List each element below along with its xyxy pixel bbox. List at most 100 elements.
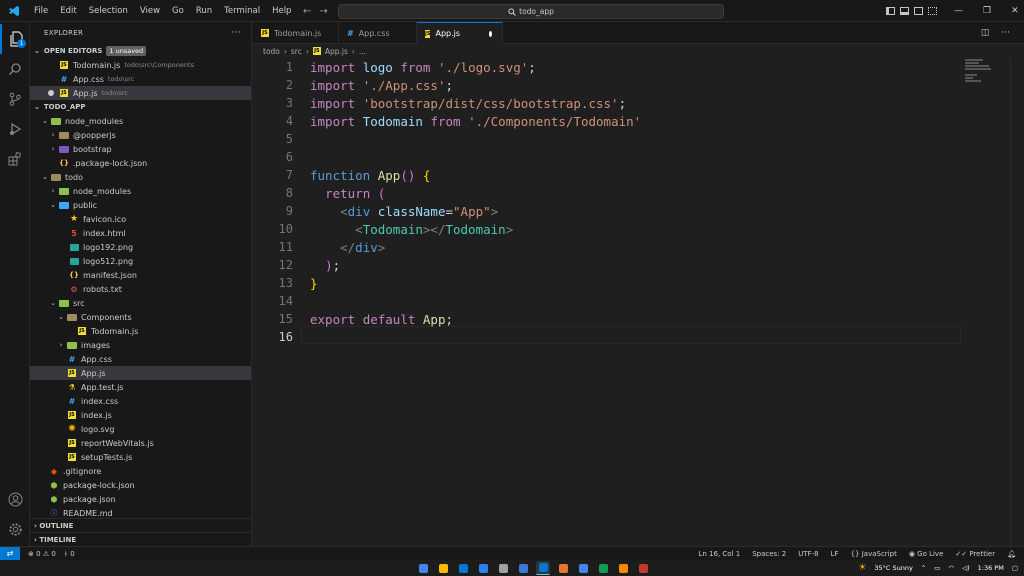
settings-gear-icon[interactable]: [0, 514, 30, 544]
network-icon[interactable]: ▭: [934, 564, 940, 572]
breadcrumb-item[interactable]: ...: [359, 47, 366, 56]
tree-folder[interactable]: › images: [30, 338, 251, 352]
ports-indicator[interactable]: ᚼ 0: [64, 550, 75, 558]
tree-file[interactable]: {} .package-lock.json: [30, 156, 251, 170]
account-icon[interactable]: [0, 484, 30, 514]
notifications-bell-icon[interactable]: 🔔︎: [1007, 550, 1016, 558]
extensions-icon[interactable]: [0, 144, 30, 174]
menu-edit[interactable]: Edit: [54, 0, 82, 22]
toggle-sidebar-icon[interactable]: [886, 7, 895, 15]
taskbar-app-icon[interactable]: [576, 561, 590, 575]
menu-help[interactable]: Help: [266, 0, 297, 22]
tree-folder[interactable]: ⌄ public: [30, 198, 251, 212]
split-editor-icon[interactable]: ◫: [981, 28, 990, 38]
restore-button[interactable]: ❐: [983, 6, 991, 16]
menu-run[interactable]: Run: [190, 0, 218, 22]
tree-file[interactable]: logo512.png: [30, 254, 251, 268]
toggle-panel-icon[interactable]: [900, 7, 909, 15]
open-editors-header[interactable]: ⌄ OPEN EDITORS 1 unsaved: [30, 44, 251, 58]
tree-file[interactable]: ⚗ App.test.js: [30, 380, 251, 394]
tree-folder[interactable]: ⌄ src: [30, 296, 251, 310]
language-mode[interactable]: {} JavaScript: [851, 550, 897, 558]
open-editor-item[interactable]: JS Todomain.js todo\src\Components: [30, 58, 251, 72]
minimize-button[interactable]: —: [954, 6, 963, 16]
weather-icon[interactable]: ☀: [858, 563, 866, 573]
source-control-icon[interactable]: [0, 84, 30, 114]
code-editor[interactable]: 1 import logo from './logo.svg'; 2 impor…: [253, 58, 1024, 546]
taskbar-app-icon[interactable]: [636, 561, 650, 575]
prettier-button[interactable]: ✓✓ Prettier: [955, 550, 995, 558]
tree-file[interactable]: ⬢ package.json: [30, 492, 251, 506]
run-debug-icon[interactable]: [0, 114, 30, 144]
tree-folder[interactable]: › node_modules: [30, 184, 251, 198]
command-center-search[interactable]: todo_app: [338, 4, 724, 19]
tree-file-selected[interactable]: JS App.js: [30, 366, 251, 380]
toggle-secondary-sidebar-icon[interactable]: [914, 7, 923, 15]
timeline-section[interactable]: › TIMELINE: [30, 532, 251, 546]
problems-indicator[interactable]: ⊗ 0 ⚠ 0: [28, 550, 56, 558]
wifi-icon[interactable]: ◠: [948, 564, 954, 572]
more-actions-icon[interactable]: ···: [1001, 28, 1010, 38]
remote-indicator-icon[interactable]: ⇄: [0, 546, 20, 561]
tab-app-js[interactable]: JS App.js: [417, 22, 503, 44]
weather-text[interactable]: 35°C Sunny: [874, 564, 912, 572]
cursor-position[interactable]: Ln 16, Col 1: [699, 550, 741, 558]
volume-icon[interactable]: ◁): [962, 564, 970, 572]
clock[interactable]: 1:36 PM: [978, 564, 1004, 572]
tree-file[interactable]: ✺ logo.svg: [30, 422, 251, 436]
tree-file[interactable]: JS Todomain.js: [30, 324, 251, 338]
tree-file[interactable]: ★ favicon.ico: [30, 212, 251, 226]
tree-folder[interactable]: ⌄ Components: [30, 310, 251, 324]
taskbar-app-icon[interactable]: [556, 561, 570, 575]
taskbar-app-icon[interactable]: [516, 561, 530, 575]
menu-terminal[interactable]: Terminal: [218, 0, 266, 22]
tree-file[interactable]: JS index.js: [30, 408, 251, 422]
tree-file[interactable]: # index.css: [30, 394, 251, 408]
taskbar-app-icon[interactable]: [416, 561, 430, 575]
taskbar-app-icon[interactable]: [496, 561, 510, 575]
forward-arrow-icon[interactable]: →: [319, 6, 327, 17]
taskbar-app-icon[interactable]: [436, 561, 450, 575]
open-editor-item-active[interactable]: JS App.js todo\src: [30, 86, 251, 100]
taskbar-app-icon[interactable]: [596, 561, 610, 575]
tree-file[interactable]: ⬢ package-lock.json: [30, 478, 251, 492]
close-button[interactable]: ✕: [1011, 6, 1019, 16]
tree-folder[interactable]: › @popperjs: [30, 128, 251, 142]
tree-file[interactable]: ◆ .gitignore: [30, 464, 251, 478]
unsaved-dot-icon[interactable]: [489, 30, 492, 37]
outline-section[interactable]: › OUTLINE: [30, 518, 251, 532]
tab-app-css[interactable]: # App.css: [339, 22, 417, 44]
tree-file[interactable]: # App.css: [30, 352, 251, 366]
workspace-header[interactable]: ⌄ TODO_APP: [30, 100, 251, 114]
tree-file[interactable]: ⚙ robots.txt: [30, 282, 251, 296]
menu-selection[interactable]: Selection: [83, 0, 134, 22]
tab-todomain[interactable]: JS Todomain.js: [253, 22, 339, 44]
tree-file[interactable]: JS reportWebVitals.js: [30, 436, 251, 450]
go-live-button[interactable]: ◉ Go Live: [909, 550, 944, 558]
explorer-icon[interactable]: 1: [0, 24, 30, 54]
more-actions-icon[interactable]: ···: [232, 22, 241, 44]
tree-folder[interactable]: › bootstrap: [30, 142, 251, 156]
tree-file[interactable]: 5 index.html: [30, 226, 251, 240]
tree-file[interactable]: JS setupTests.js: [30, 450, 251, 464]
breadcrumb-item[interactable]: App.js: [325, 47, 348, 56]
tray-chevron-icon[interactable]: ⌃: [921, 564, 926, 572]
search-icon[interactable]: [0, 54, 30, 84]
taskbar-app-icon[interactable]: [456, 561, 470, 575]
end-of-line[interactable]: LF: [831, 550, 839, 558]
breadcrumb-item[interactable]: src: [291, 47, 302, 56]
tree-file[interactable]: {} manifest.json: [30, 268, 251, 282]
taskbar-app-icon[interactable]: [536, 561, 550, 575]
tree-file[interactable]: logo192.png: [30, 240, 251, 254]
indentation[interactable]: Spaces: 2: [752, 550, 786, 558]
menu-go[interactable]: Go: [166, 0, 190, 22]
tree-folder[interactable]: ⌄ node_modules: [30, 114, 251, 128]
taskbar-app-icon[interactable]: [616, 561, 630, 575]
back-arrow-icon[interactable]: ←: [303, 6, 311, 17]
vertical-scrollbar[interactable]: [1010, 58, 1024, 546]
encoding[interactable]: UTF-8: [798, 550, 818, 558]
menu-view[interactable]: View: [134, 0, 166, 22]
tree-folder[interactable]: ⌄ todo: [30, 170, 251, 184]
menu-file[interactable]: File: [28, 0, 54, 22]
taskbar-app-icon[interactable]: [476, 561, 490, 575]
